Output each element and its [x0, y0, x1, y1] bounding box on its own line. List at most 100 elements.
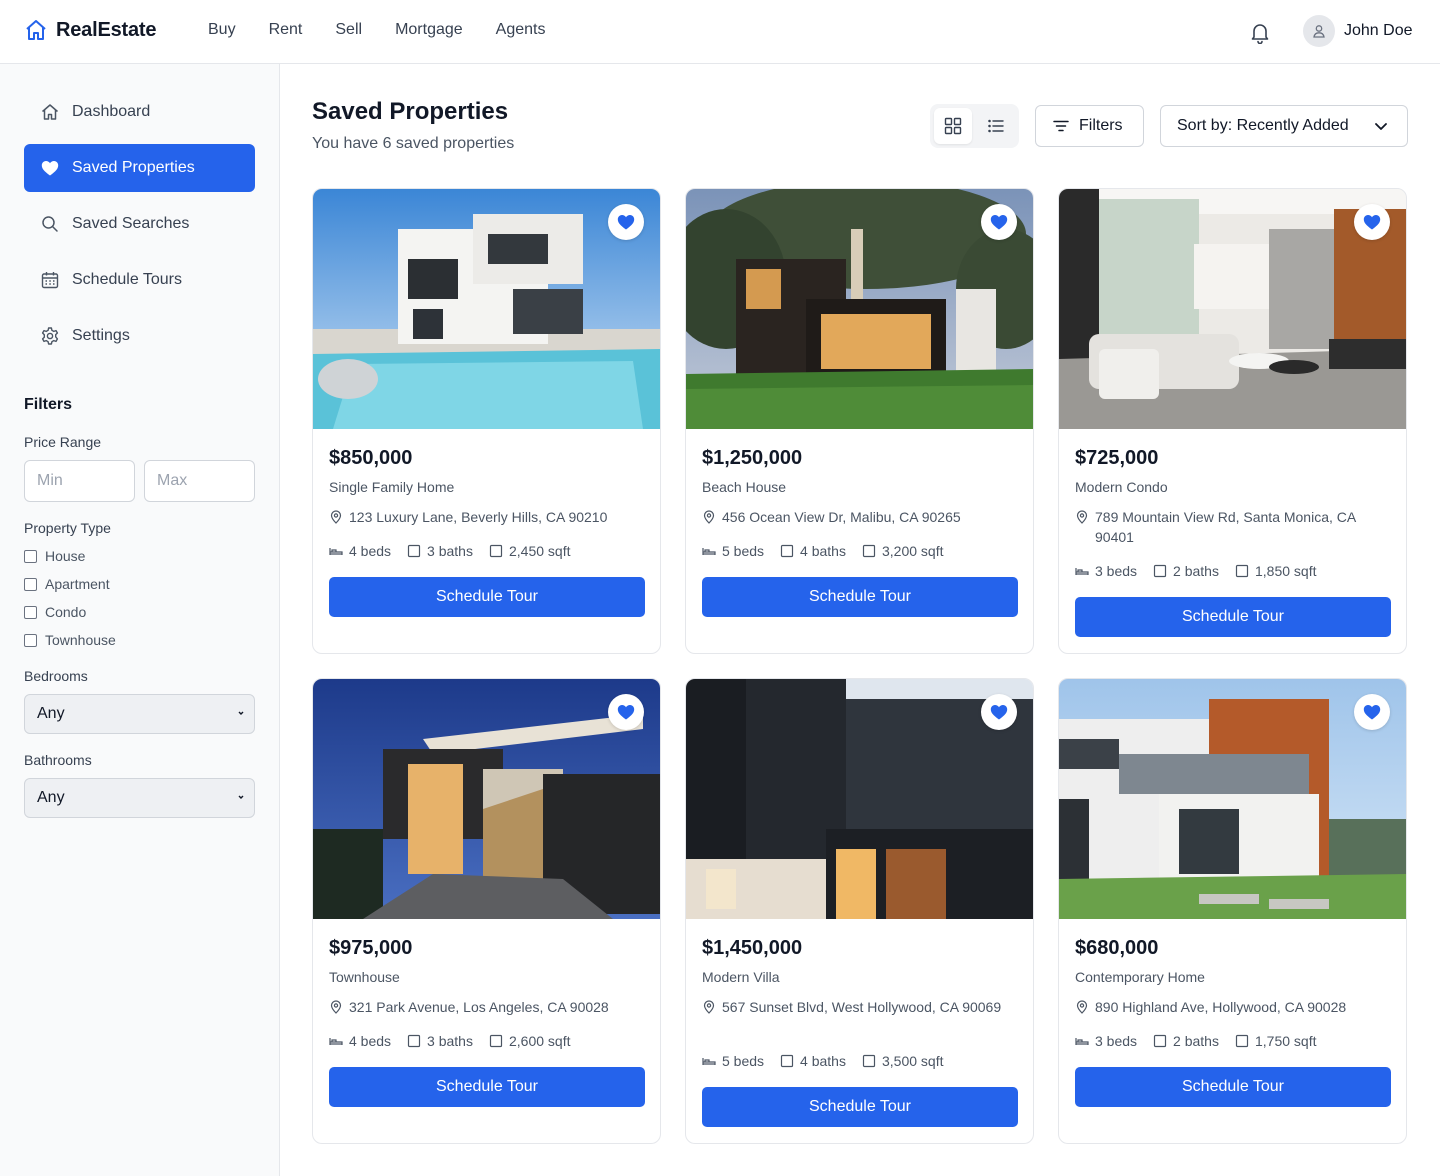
- checkbox-label: Townhouse: [45, 632, 116, 648]
- bed-icon: [702, 1058, 716, 1065]
- area-icon: [1235, 564, 1249, 578]
- bed-icon: [329, 1038, 343, 1045]
- brand-logo[interactable]: RealEstate: [24, 18, 156, 42]
- chevron-down-icon: [1375, 123, 1387, 130]
- bed-icon: [329, 548, 343, 555]
- baths-text: 3 baths: [427, 543, 473, 559]
- property-specs: 4 beds 3 baths 2,450 sqft: [329, 543, 570, 559]
- schedule-tour-button[interactable]: Schedule Tour: [329, 1067, 645, 1107]
- property-type: Townhouse: [329, 969, 400, 985]
- baths-text: 2 baths: [1173, 563, 1219, 579]
- property-card[interactable]: $725,000 Modern Condo 789 Mountain View …: [1058, 188, 1407, 654]
- property-card[interactable]: $1,450,000 Modern Villa 567 Sunset Blvd,…: [685, 678, 1034, 1144]
- sqft: 3,200 sqft: [862, 543, 944, 559]
- address-text: 789 Mountain View Rd, Santa Monica, CA 9…: [1095, 509, 1356, 545]
- sort-dropdown[interactable]: Sort by: Recently Added: [1160, 105, 1408, 147]
- calendar-icon: [41, 272, 59, 289]
- address-text: 890 Highland Ave, Hollywood, CA 90028: [1095, 999, 1347, 1015]
- checkbox-house[interactable]: House: [24, 548, 85, 564]
- sqft: 1,750 sqft: [1235, 1033, 1317, 1049]
- nav-rent[interactable]: Rent: [269, 21, 303, 39]
- schedule-tour-button[interactable]: Schedule Tour: [702, 577, 1018, 617]
- baths-text: 2 baths: [1173, 1033, 1219, 1049]
- baths: 3 baths: [407, 543, 473, 559]
- beds-text: 4 beds: [349, 1033, 392, 1049]
- property-address: 123 Luxury Lane, Beverly Hills, CA 90210: [329, 507, 639, 527]
- nav-mortgage[interactable]: Mortgage: [395, 21, 463, 39]
- heart-icon: [41, 161, 59, 176]
- area-icon: [489, 1034, 503, 1048]
- checkbox[interactable]: [24, 577, 37, 591]
- bathrooms-select[interactable]: Any: [24, 778, 255, 818]
- address-text: 123 Luxury Lane, Beverly Hills, CA 90210: [349, 509, 608, 525]
- sidebar-item-saved-searches[interactable]: Saved Searches: [24, 200, 255, 248]
- sidebar-item-settings[interactable]: Settings: [24, 312, 255, 360]
- property-address: 456 Ocean View Dr, Malibu, CA 90265: [702, 507, 1012, 527]
- address-text: 321 Park Avenue, Los Angeles, CA 90028: [349, 999, 609, 1015]
- property-specs: 5 beds 4 baths 3,200 sqft: [702, 543, 943, 559]
- user-menu[interactable]: John Doe: [1303, 15, 1413, 47]
- page-title: Saved Properties: [312, 98, 509, 125]
- property-card[interactable]: $850,000 Single Family Home 123 Luxury L…: [312, 188, 661, 654]
- user-icon: [1313, 25, 1325, 38]
- checkbox[interactable]: [24, 605, 37, 619]
- property-card[interactable]: $680,000 Contemporary Home 890 Highland …: [1058, 678, 1407, 1144]
- filters-button[interactable]: Filters: [1035, 105, 1144, 147]
- sidebar-item-saved-properties[interactable]: Saved Properties: [24, 144, 255, 192]
- sidebar-item-dashboard[interactable]: Dashboard: [24, 88, 255, 136]
- checkbox[interactable]: [24, 549, 37, 563]
- schedule-tour-button[interactable]: Schedule Tour: [329, 577, 645, 617]
- checkbox-apartment[interactable]: Apartment: [24, 576, 110, 592]
- beds: 4 beds: [329, 543, 391, 559]
- checkbox[interactable]: [24, 633, 37, 647]
- nav-agents[interactable]: Agents: [496, 21, 546, 39]
- sqft-text: 1,850 sqft: [1254, 563, 1317, 579]
- area-icon: [862, 544, 876, 558]
- property-address: 321 Park Avenue, Los Angeles, CA 90028: [329, 997, 639, 1017]
- baths: 4 baths: [780, 1053, 846, 1069]
- sidebar-item-label: Dashboard: [72, 103, 151, 120]
- sqft-text: 3,200 sqft: [881, 543, 944, 559]
- favorite-button[interactable]: [608, 204, 644, 240]
- property-card[interactable]: $975,000 Townhouse 321 Park Avenue, Los …: [312, 678, 661, 1144]
- checkbox-condo[interactable]: Condo: [24, 604, 86, 620]
- beds: 3 beds: [1075, 563, 1137, 579]
- schedule-tour-button[interactable]: Schedule Tour: [1075, 1067, 1391, 1107]
- property-address: 890 Highland Ave, Hollywood, CA 90028: [1075, 997, 1385, 1017]
- nav-sell[interactable]: Sell: [335, 21, 362, 39]
- address-text: 456 Ocean View Dr, Malibu, CA 90265: [722, 509, 961, 525]
- favorite-button[interactable]: [1354, 204, 1390, 240]
- sqft: 2,450 sqft: [489, 543, 571, 559]
- map-pin-icon: [330, 510, 342, 524]
- favorite-button[interactable]: [981, 204, 1017, 240]
- baths: 2 baths: [1153, 1033, 1219, 1049]
- bedrooms-select[interactable]: Any: [24, 694, 255, 734]
- nav-buy[interactable]: Buy: [208, 21, 236, 39]
- beds-text: 3 beds: [1095, 1033, 1138, 1049]
- price-max-input[interactable]: [144, 460, 255, 502]
- map-pin-icon: [1076, 1000, 1088, 1014]
- list-view-button[interactable]: [977, 108, 1015, 144]
- schedule-tour-button[interactable]: Schedule Tour: [702, 1087, 1018, 1127]
- grid-view-button[interactable]: [934, 108, 972, 144]
- favorite-button[interactable]: [981, 694, 1017, 730]
- bedrooms-value: Any: [37, 705, 65, 722]
- area-icon: [862, 1054, 876, 1068]
- beds-text: 4 beds: [349, 543, 392, 559]
- sqft-text: 2,450 sqft: [508, 543, 571, 559]
- price-min-input[interactable]: [24, 460, 135, 502]
- sqft-text: 1,750 sqft: [1254, 1033, 1317, 1049]
- bell-icon[interactable]: [1248, 20, 1272, 44]
- favorite-button[interactable]: [1354, 694, 1390, 730]
- property-card[interactable]: $1,250,000 Beach House 456 Ocean View Dr…: [685, 188, 1034, 654]
- chevron-down-icon: [238, 711, 244, 715]
- bath-icon: [407, 544, 421, 558]
- bedrooms-label: Bedrooms: [24, 668, 88, 684]
- checkbox-townhouse[interactable]: Townhouse: [24, 632, 116, 648]
- chevron-down-icon: [238, 795, 244, 799]
- schedule-tour-button[interactable]: Schedule Tour: [1075, 597, 1391, 637]
- property-type: Beach House: [702, 479, 787, 495]
- sidebar-item-schedule-tours[interactable]: Schedule Tours: [24, 256, 255, 304]
- favorite-button[interactable]: [608, 694, 644, 730]
- heart-icon: [990, 705, 1008, 720]
